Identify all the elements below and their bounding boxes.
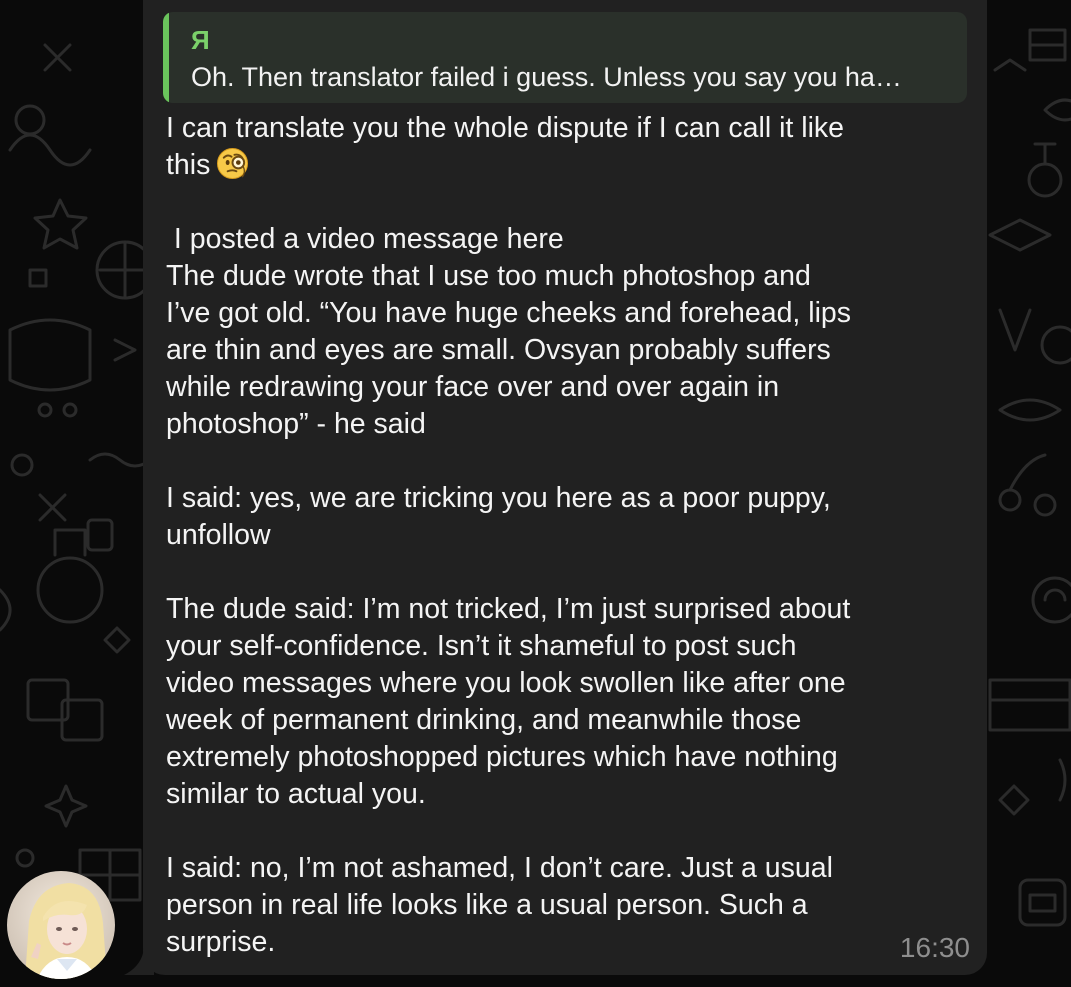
message-line: I said: yes, we are tricking you here as… — [166, 482, 831, 514]
message-paragraph: I can translate you the whole dispute if… — [166, 110, 926, 184]
message-line: while redrawing your face over and over … — [166, 371, 780, 403]
message-line: video messages where you look swollen li… — [166, 667, 846, 699]
message-line: I can translate you the whole dispute if… — [166, 112, 845, 144]
reply-author: Я — [191, 25, 210, 55]
message-line: this — [166, 149, 211, 181]
reply-text: Oh. Then translator failed i guess. Unle… — [191, 62, 902, 92]
bubble-tail — [124, 948, 154, 975]
message-line: The dude wrote that I use too much photo… — [166, 260, 811, 292]
message-text: I can translate you the whole dispute if… — [166, 110, 926, 961]
message-line: similar to actual you. — [166, 778, 426, 810]
message-paragraph: I said: yes, we are tricking you here as… — [166, 480, 926, 554]
message-line: The dude said: I’m not tricked, I’m just… — [166, 593, 851, 625]
message-line: are thin and eyes are small. Ovsyan prob… — [166, 334, 831, 366]
message-line: surprise. — [166, 926, 276, 958]
message-line: week of permanent drinking, and meanwhil… — [166, 704, 802, 736]
message-timestamp: 16:30 — [899, 932, 970, 963]
message-line: unfollow — [166, 519, 271, 551]
message-line: extremely photoshopped pictures which ha… — [166, 741, 838, 773]
message-line-with-emoji: this — [166, 147, 926, 184]
reply-quote[interactable]: Я Oh. Then translator failed i guess. Un… — [163, 12, 967, 103]
message-line: your self-confidence. Isn’t it shameful … — [166, 630, 797, 662]
message-line: I’ve got old. “You have huge cheeks and … — [166, 297, 852, 329]
reply-accent-bar — [163, 12, 169, 103]
face-with-monocle-icon — [217, 147, 249, 180]
user-avatar[interactable] — [7, 871, 115, 979]
message-paragraph: I posted a video message here The dude w… — [166, 221, 926, 443]
message-line: I said: no, I’m not ashamed, I don’t car… — [166, 852, 833, 884]
message-paragraph: I said: no, I’m not ashamed, I don’t car… — [166, 850, 926, 961]
message-line: I posted a video message here — [166, 223, 564, 255]
message-line: photoshop” - he said — [166, 408, 426, 440]
message-paragraph: The dude said: I’m not tricked, I’m just… — [166, 591, 926, 813]
message-line: person in real life looks like a usual p… — [166, 889, 808, 921]
avatar-photo — [7, 871, 115, 979]
